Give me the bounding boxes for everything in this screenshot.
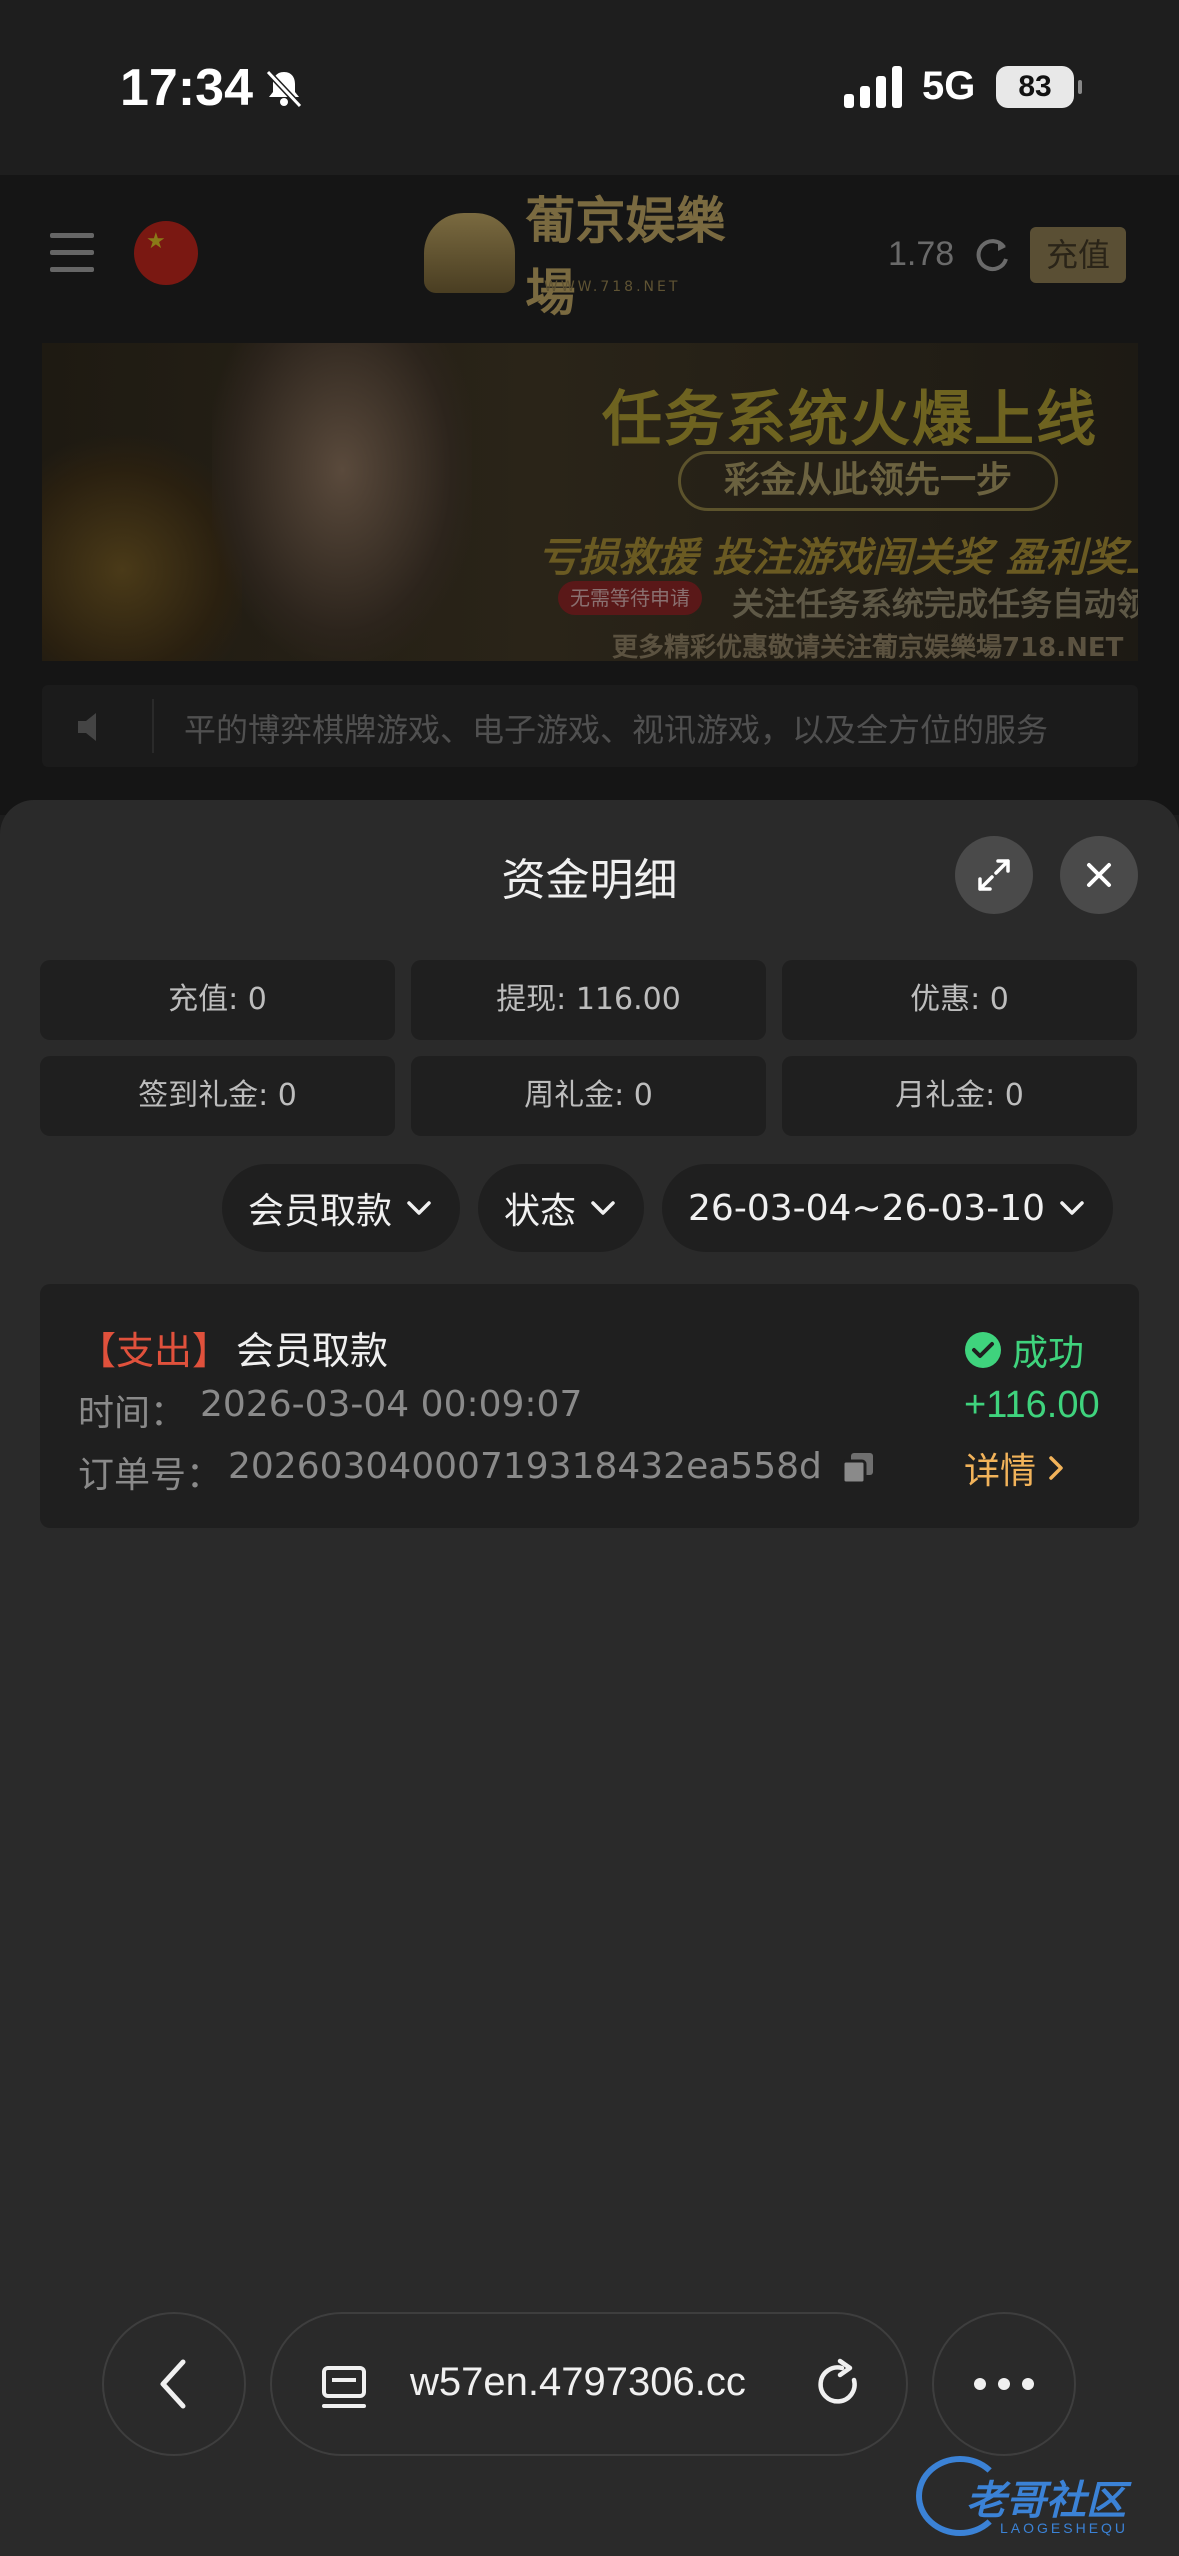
crest-icon <box>424 212 516 293</box>
stat-checkin-gift: 签到礼金: 0 <box>40 1056 395 1136</box>
chevron-down-icon <box>591 1201 615 1215</box>
record-order-number: 20260304000719318432ea558d <box>228 1446 822 1487</box>
signal-icon <box>844 66 902 108</box>
stat-recharge: 充值: 0 <box>40 960 395 1040</box>
record-order-label: 订单号： <box>78 1455 223 1496</box>
record-time: 2026-03-04 00:09:07 <box>200 1384 583 1425</box>
status-filter[interactable]: 状态 <box>478 1164 645 1252</box>
chevron-right-icon <box>1049 1456 1063 1480</box>
close-icon <box>1087 863 1111 887</box>
status-bar: 17:34 5G 83 <box>0 0 1179 175</box>
chevron-down-icon <box>407 1201 431 1215</box>
chevron-down-icon <box>1060 1201 1084 1215</box>
back-button[interactable] <box>102 2312 246 2456</box>
marquee-text: 平的博弈棋牌游戏、电子游戏、视讯游戏，以及全方位的服务 <box>184 711 1049 749</box>
fund-detail-sheet: 资金明细 充值: 0 提现: 116.00 优惠: 0 签到礼金: 0 周礼金:… <box>0 800 1179 2556</box>
battery-indicator: 83 <box>996 66 1082 108</box>
stat-monthly-gift: 月礼金: 0 <box>782 1056 1137 1136</box>
watermark-logo: 老哥社区 LAOGESHEQU <box>916 2448 1166 2548</box>
record-type: 【支出】 <box>78 1329 231 1373</box>
bell-muted-icon <box>265 69 303 109</box>
type-filter[interactable]: 会员取款 <box>222 1164 461 1252</box>
record-time-label: 时间： <box>78 1393 187 1434</box>
china-flag-icon[interactable] <box>134 221 198 285</box>
filter-bar: 会员取款 状态 26-03-04~26-03-10 <box>222 1164 1114 1252</box>
menu-icon[interactable] <box>50 233 94 273</box>
recharge-button[interactable]: 充值 <box>1030 227 1126 283</box>
record-detail-link[interactable]: 详情 <box>964 1442 1068 1494</box>
url-text: w57en.4797306.cc <box>410 2360 746 2404</box>
refresh-icon[interactable] <box>970 233 1014 277</box>
more-dots-icon <box>974 2378 1034 2390</box>
record-status: 成功 <box>964 1324 1084 1376</box>
reload-icon[interactable] <box>812 2358 866 2412</box>
check-circle-icon <box>965 1332 1001 1368</box>
page-menu-icon[interactable] <box>320 2362 370 2412</box>
address-bar[interactable]: w57en.4797306.cc <box>270 2312 908 2456</box>
stat-weekly-gift: 周礼金: 0 <box>411 1056 766 1136</box>
close-button[interactable] <box>1060 836 1138 914</box>
transaction-record[interactable]: 【支出】 会员取款 时间： 2026-03-04 00:09:07 订单号： 2… <box>40 1284 1139 1528</box>
speaker-icon <box>78 713 96 741</box>
expand-button[interactable] <box>955 836 1033 914</box>
copy-icon[interactable] <box>840 1450 876 1486</box>
browser-toolbar: w57en.4797306.cc <box>0 2300 1179 2460</box>
summary-stats: 充值: 0 提现: 116.00 优惠: 0 签到礼金: 0 周礼金: 0 月礼… <box>40 960 1139 1136</box>
date-range-filter[interactable]: 26-03-04~26-03-10 <box>662 1164 1114 1252</box>
site-logo: 葡京娱樂場 WWW.718.NET <box>424 191 754 322</box>
promo-banner[interactable]: 任务系统火爆上线 彩金从此领先一步 亏损救援 投注游戏闯关奖 盈利奖上 无需等待… <box>42 343 1138 661</box>
model-image <box>212 343 472 661</box>
announcement-marquee[interactable]: 平的博弈棋牌游戏、电子游戏、视讯游戏，以及全方位的服务 <box>42 685 1138 767</box>
stat-bonus: 优惠: 0 <box>782 960 1137 1040</box>
record-amount: +116.00 <box>964 1384 1100 1426</box>
expand-icon <box>978 859 1010 891</box>
background-page: 葡京娱樂場 WWW.718.NET 1.78 充值 任务系统火爆上线 彩金从此领… <box>0 175 1179 815</box>
more-button[interactable] <box>932 2312 1076 2456</box>
site-header: 葡京娱樂場 WWW.718.NET 1.78 充值 <box>0 175 1179 335</box>
status-time: 17:34 <box>120 59 253 117</box>
balance: 1.78 <box>888 235 955 273</box>
stat-withdraw: 提现: 116.00 <box>411 960 766 1040</box>
network-label: 5G <box>922 64 976 108</box>
chevron-left-icon <box>160 2359 186 2409</box>
record-name: 会员取款 <box>236 1329 389 1373</box>
